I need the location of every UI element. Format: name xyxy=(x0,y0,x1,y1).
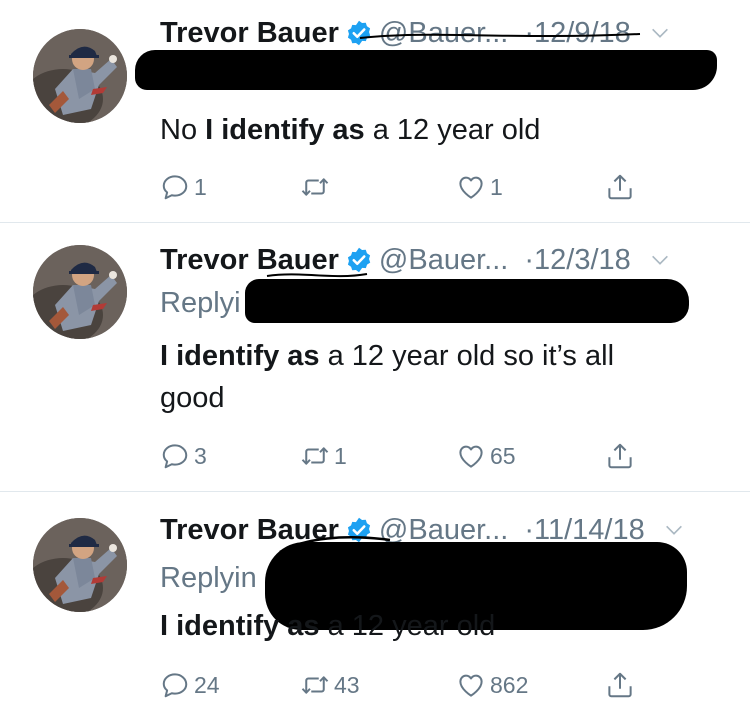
retweet-icon xyxy=(300,441,330,471)
heart-icon xyxy=(456,172,486,202)
redaction-bar xyxy=(245,279,689,323)
tweet-actions: 24 43 862 xyxy=(160,668,660,702)
tweet[interactable]: Trevor Bauer @Bauer... · 11/14/18 Replyi… xyxy=(0,492,750,709)
retweet-button[interactable] xyxy=(300,170,334,204)
chevron-down-icon[interactable] xyxy=(663,519,685,541)
tweet[interactable]: Trevor Bauer @Bauer... · 12/9/18 No I id… xyxy=(0,0,750,222)
replying-to-label: Replyin xyxy=(160,562,257,594)
reply-icon xyxy=(160,670,190,700)
redaction-bar xyxy=(135,50,717,90)
chevron-down-icon[interactable] xyxy=(649,22,671,44)
author-handle[interactable]: @Bauer... xyxy=(379,244,508,277)
separator-dot: · xyxy=(524,243,534,276)
share-button[interactable] xyxy=(605,439,639,473)
tweet-actions: 3 1 65 xyxy=(160,439,660,473)
tweet-text: No I identify as a 12 year old xyxy=(160,114,541,146)
reply-icon xyxy=(160,172,190,202)
reply-count: 24 xyxy=(194,671,220,698)
like-button[interactable]: 862 xyxy=(456,668,528,702)
like-count: 65 xyxy=(490,442,516,469)
avatar[interactable] xyxy=(33,245,127,339)
like-count: 1 xyxy=(490,173,503,200)
heart-icon xyxy=(456,670,486,700)
reply-button[interactable]: 24 xyxy=(160,668,220,702)
retweet-count: 1 xyxy=(334,442,347,469)
reply-button[interactable]: 1 xyxy=(160,170,207,204)
retweet-button[interactable]: 1 xyxy=(300,439,347,473)
replying-to-label: Replyi xyxy=(160,287,241,319)
like-button[interactable]: 1 xyxy=(456,170,503,204)
redaction-scribble xyxy=(359,33,641,39)
retweet-icon xyxy=(300,172,330,202)
avatar[interactable] xyxy=(33,518,127,612)
share-icon xyxy=(605,670,635,700)
retweet-icon xyxy=(300,670,330,700)
author-name[interactable]: Trevor Bauer xyxy=(160,17,339,50)
reply-count: 3 xyxy=(194,442,207,469)
retweet-count: 43 xyxy=(334,671,360,698)
like-count: 862 xyxy=(490,671,529,698)
tweet-actions: 1 1 xyxy=(160,170,660,204)
tweet-text: I identify as a 12 year old so it’s all g… xyxy=(160,340,615,414)
chevron-down-icon[interactable] xyxy=(649,249,671,271)
tweet-text: I identify as a 12 year old xyxy=(160,610,496,642)
share-button[interactable] xyxy=(605,170,639,204)
reply-button[interactable]: 3 xyxy=(160,439,207,473)
retweet-button[interactable]: 43 xyxy=(300,668,360,702)
share-icon xyxy=(605,441,635,471)
share-icon xyxy=(605,172,635,202)
tweet-header: Trevor Bauer @Bauer... · 12/3/18 xyxy=(160,240,730,280)
reply-icon xyxy=(160,441,190,471)
like-button[interactable]: 65 xyxy=(456,439,516,473)
share-button[interactable] xyxy=(605,668,639,702)
reply-count: 1 xyxy=(194,173,207,200)
tweet[interactable]: Trevor Bauer @Bauer... · 12/3/18 Replyi … xyxy=(0,223,750,491)
avatar[interactable] xyxy=(33,29,127,123)
tweet-date[interactable]: 12/3/18 xyxy=(534,244,631,277)
heart-icon xyxy=(456,441,486,471)
